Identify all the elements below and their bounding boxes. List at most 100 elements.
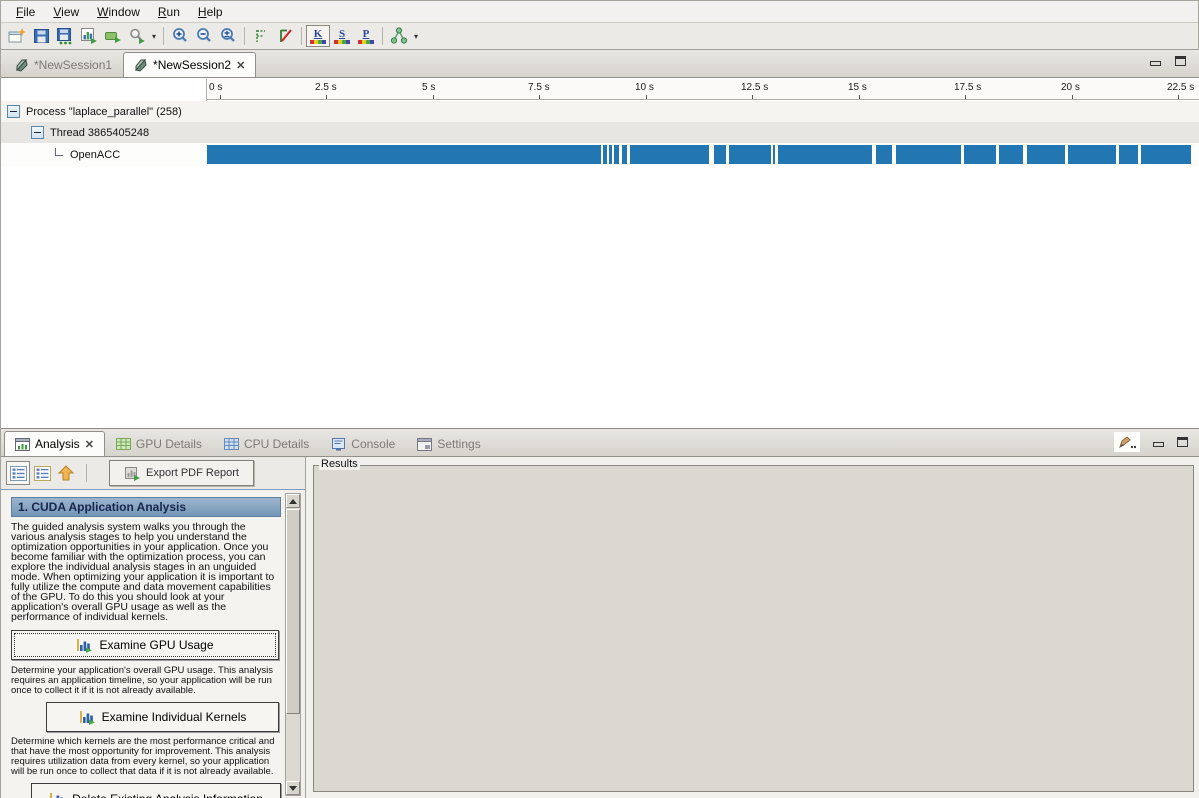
openacc-interval[interactable]: [778, 145, 872, 164]
openacc-interval[interactable]: [896, 145, 961, 164]
menu-run[interactable]: Run: [149, 3, 189, 21]
save-icon[interactable]: [29, 25, 53, 47]
close-icon[interactable]: ✕: [236, 59, 245, 72]
export-pdf-label: Export PDF Report: [146, 467, 239, 479]
results-pane: Results: [307, 457, 1199, 798]
analysis-scrollbar[interactable]: [285, 493, 301, 796]
save-all-icon[interactable]: [53, 25, 77, 47]
run-application-icon[interactable]: [101, 25, 125, 47]
maximize-icon[interactable]: [1175, 56, 1186, 66]
collect-metrics-dropdown-icon[interactable]: ▾: [149, 32, 159, 41]
menu-help[interactable]: Help: [189, 3, 232, 21]
settings-tab-icon: [417, 438, 432, 451]
ruler-label: 22.5 s: [1167, 82, 1194, 93]
topology-icon[interactable]: [387, 25, 411, 47]
new-session-icon[interactable]: [5, 25, 29, 47]
openacc-interval[interactable]: [603, 145, 607, 164]
openacc-interval[interactable]: [609, 145, 612, 164]
close-icon[interactable]: ✕: [85, 438, 94, 451]
tab-newsession2[interactable]: *NewSession2 ✕: [123, 52, 256, 77]
examine-gpu-usage-button[interactable]: Examine GPU Usage: [11, 630, 279, 660]
collect-metrics-icon[interactable]: [125, 25, 149, 47]
tab-cpu-details[interactable]: CPU Details: [213, 431, 320, 456]
ruler-tick: [1178, 95, 1179, 99]
scrollbar-thumb[interactable]: [286, 509, 300, 714]
delete-analysis-button[interactable]: Delete Existing Analysis Information: [31, 783, 281, 798]
main-toolbar: ▾ K S P ▾: [1, 23, 1198, 50]
openacc-interval[interactable]: [630, 145, 709, 164]
openacc-interval[interactable]: [773, 145, 775, 164]
ruler-tick: [859, 95, 860, 99]
toolbar-separator: [163, 27, 164, 45]
ruler-label: 15 s: [848, 82, 867, 93]
thread-label: Thread 3865405248: [50, 127, 149, 139]
kernel-colormap-s-icon[interactable]: S: [330, 25, 354, 47]
examine-individual-kernels-label: Examine Individual Kernels: [102, 710, 247, 724]
row-process[interactable]: Process "laplace_parallel" (258): [1, 101, 1199, 122]
toolbar-separator: [382, 27, 383, 45]
collapse-icon[interactable]: [7, 105, 20, 118]
ruler-tick: [646, 95, 647, 99]
bottom-tab-label: CPU Details: [244, 437, 309, 451]
session-tabstrip: *NewSession1 *NewSession2 ✕: [1, 50, 1199, 78]
ruler-label: 17.5 s: [954, 82, 981, 93]
go-to-marker-icon[interactable]: [249, 25, 273, 47]
openacc-interval[interactable]: [999, 145, 1023, 164]
row-openacc[interactable]: OpenACC: [1, 143, 1199, 167]
bar-chart-icon: [76, 637, 92, 653]
minimize-icon[interactable]: [1153, 442, 1164, 447]
tab-settings[interactable]: Settings: [406, 431, 491, 456]
bottom-panel: Analysis ✕ GPU Details CPU Details Conso…: [1, 428, 1199, 798]
generate-timeline-icon[interactable]: [77, 25, 101, 47]
analysis-content: 1. CUDA Application Analysis The guided …: [1, 491, 283, 798]
openacc-interval[interactable]: [964, 145, 996, 164]
tab-newsession1[interactable]: *NewSession1: [4, 52, 123, 77]
timeline-ruler[interactable]: 0 s2.5 s5 s7.5 s10 s12.5 s15 s17.5 s20 s…: [206, 79, 1199, 100]
ruler-tick: [1072, 95, 1073, 99]
maximize-icon[interactable]: [1177, 437, 1188, 447]
openacc-interval[interactable]: [614, 145, 619, 164]
analysis-section-header: 1. CUDA Application Analysis: [11, 497, 281, 517]
openacc-interval[interactable]: [1027, 145, 1065, 164]
menu-view[interactable]: View: [44, 3, 88, 21]
examine-individual-kernels-button[interactable]: Examine Individual Kernels: [46, 702, 279, 732]
analysis-intro-text: The guided analysis system walks you thr…: [11, 522, 281, 622]
zoom-fit-icon[interactable]: [216, 25, 240, 47]
tree-branch-icon: [55, 148, 63, 156]
toolbar-separator: [86, 464, 87, 482]
openacc-interval[interactable]: [1141, 145, 1191, 164]
menu-file[interactable]: File: [7, 3, 44, 21]
topology-dropdown-icon[interactable]: ▾: [411, 32, 421, 41]
collapse-icon[interactable]: [31, 126, 44, 139]
minimize-icon[interactable]: [1150, 61, 1161, 66]
clear-marker-icon[interactable]: [273, 25, 297, 47]
tab-analysis[interactable]: Analysis ✕: [4, 431, 105, 456]
kernel-colormap-k-icon[interactable]: K: [306, 25, 330, 47]
openacc-interval[interactable]: [207, 145, 601, 164]
bar-chart-icon: [79, 709, 95, 725]
openacc-interval[interactable]: [876, 145, 892, 164]
guided-analysis-icon[interactable]: [6, 461, 30, 485]
openacc-interval[interactable]: [622, 145, 627, 164]
promote-results-icon[interactable]: [54, 461, 78, 485]
tab-gpu-details[interactable]: GPU Details: [105, 431, 213, 456]
scroll-up-icon[interactable]: [286, 494, 300, 508]
export-pdf-button[interactable]: Export PDF Report: [109, 460, 254, 486]
tab-console[interactable]: Console: [320, 431, 406, 456]
kernel-colormap-p-icon[interactable]: P: [354, 25, 378, 47]
zoom-in-icon[interactable]: [168, 25, 192, 47]
menu-window[interactable]: Window: [88, 3, 149, 21]
unguided-analysis-icon[interactable]: [30, 461, 54, 485]
view-menu-button[interactable]: [1114, 432, 1140, 452]
zoom-out-icon[interactable]: [192, 25, 216, 47]
openacc-track[interactable]: [206, 143, 1199, 167]
row-thread[interactable]: Thread 3865405248: [1, 122, 1199, 143]
openacc-interval[interactable]: [714, 145, 726, 164]
pencil-icon: [1118, 435, 1136, 449]
openacc-interval[interactable]: [1068, 145, 1116, 164]
scroll-down-icon[interactable]: [286, 781, 300, 795]
openacc-interval[interactable]: [1119, 145, 1138, 164]
openacc-interval[interactable]: [729, 145, 771, 164]
bottom-tab-label: Settings: [437, 437, 480, 451]
bar-chart-icon: [49, 791, 65, 798]
